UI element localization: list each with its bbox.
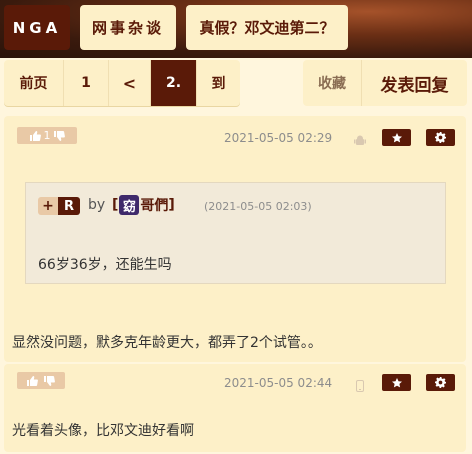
post: 1 2021-05-05 02:29 + R by [ 窈 哥們 ] (2021… <box>4 116 466 362</box>
vote-widget[interactable]: 1 <box>17 127 77 144</box>
prev-page-button[interactable]: 前页 <box>4 60 64 106</box>
quote-block: + R by [ 窈 哥們 ] (2021-05-05 02:03) 66岁36… <box>25 182 446 284</box>
settings-button[interactable] <box>426 374 455 391</box>
page-1-button[interactable]: 1 <box>64 60 109 106</box>
post-body: 光看着头像，比邓文迪好看啊 <box>12 423 194 439</box>
thread-actions: 收藏 发表回复 <box>303 60 467 106</box>
star-button[interactable] <box>382 129 411 146</box>
thumbs-down-icon[interactable] <box>44 375 55 386</box>
star-button[interactable] <box>382 374 411 391</box>
quote-by: by <box>88 197 106 213</box>
nga-logo[interactable]: NGA <box>4 5 70 50</box>
current-page-button[interactable]: 2. <box>151 60 197 106</box>
plus-button[interactable]: + <box>38 197 58 215</box>
post-timestamp: 2021-05-05 02:44 <box>224 376 333 390</box>
phone-icon <box>356 377 364 396</box>
star-icon <box>391 128 402 147</box>
prev-arrow-button[interactable]: < <box>109 60 151 106</box>
android-icon <box>354 132 366 151</box>
quote-time: (2021-05-05 02:03) <box>204 200 312 213</box>
post: 2021-05-05 02:44 光看着头像，比邓文迪好看啊 <box>4 364 466 452</box>
gear-icon <box>435 373 446 392</box>
favorite-button[interactable]: 收藏 <box>303 60 362 106</box>
vote-widget[interactable] <box>17 372 65 389</box>
quote-text: 66岁36岁，还能生吗 <box>38 257 172 273</box>
vote-count: 1 <box>43 129 51 142</box>
pagination-bar: 前页 1 < 2. 到 <box>4 60 240 106</box>
gear-icon <box>435 128 446 147</box>
post-timestamp: 2021-05-05 02:29 <box>224 131 333 145</box>
quote-action[interactable]: + R <box>38 197 80 215</box>
bracket-close: ] <box>168 197 175 213</box>
bracket-open: [ <box>112 197 119 213</box>
post-body: 显然没问题，默多克年龄更大，都弄了2个试管。。 <box>12 335 322 351</box>
thumbs-down-icon[interactable] <box>53 130 65 141</box>
goto-page-button[interactable]: 到 <box>197 60 240 106</box>
settings-button[interactable] <box>426 129 455 146</box>
quote-username[interactable]: [ 窈 哥們 ] <box>112 195 175 215</box>
thumbs-up-icon[interactable] <box>27 375 38 386</box>
breadcrumb-thread[interactable]: 真假？邓文迪第二？ <box>186 5 348 50</box>
thumbs-up-icon[interactable] <box>29 130 41 141</box>
user-avatar-char: 窈 <box>119 195 140 215</box>
reply-r-button[interactable]: R <box>58 197 80 215</box>
star-icon <box>391 373 402 392</box>
reply-button[interactable]: 发表回复 <box>362 60 467 106</box>
breadcrumb-forum[interactable]: 网事杂谈 <box>80 5 176 50</box>
user-name: 哥們 <box>140 198 169 214</box>
